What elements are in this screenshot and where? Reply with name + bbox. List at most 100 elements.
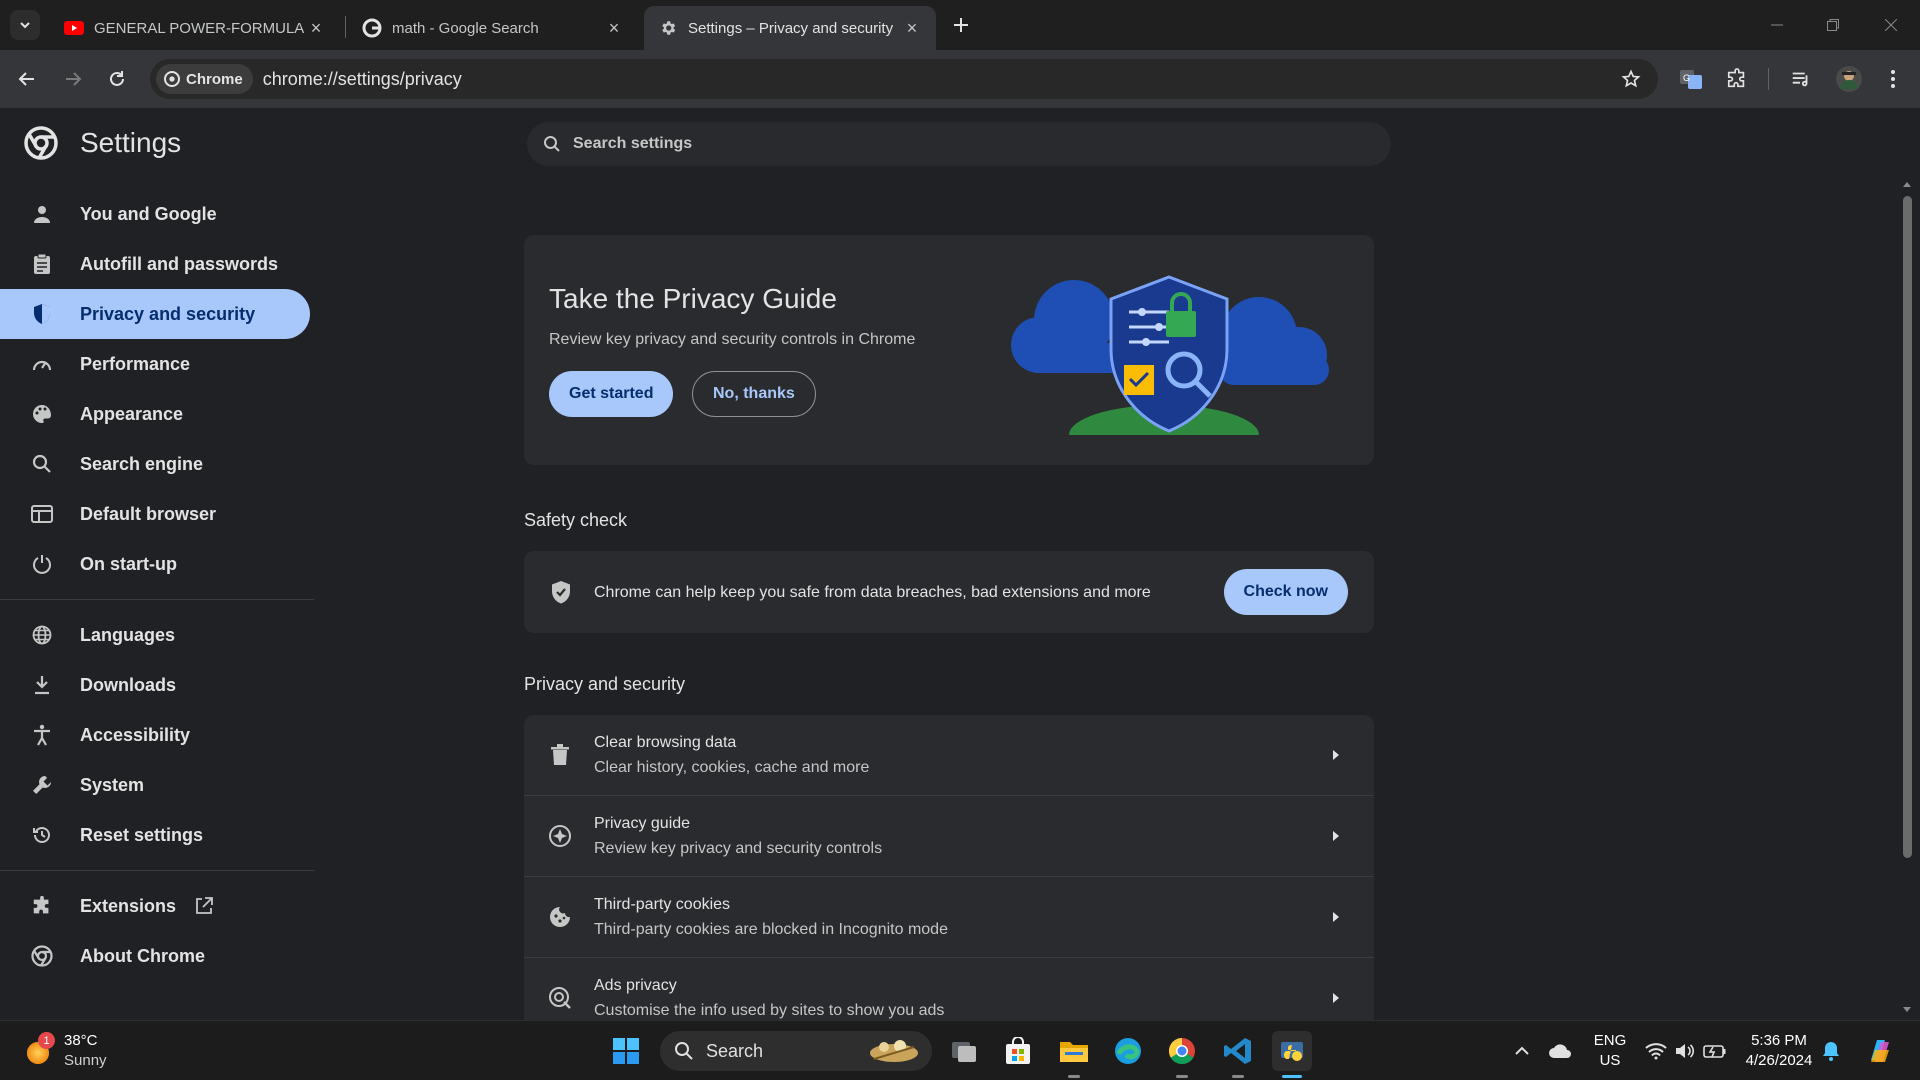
close-icon[interactable]: ×: [902, 18, 922, 38]
sidebar-item-system[interactable]: System: [0, 760, 310, 810]
get-started-button[interactable]: Get started: [549, 371, 674, 417]
caret-right-icon: [1326, 988, 1346, 1008]
row-subtitle: Clear history, cookies, cache and more: [594, 759, 870, 776]
start-button[interactable]: [606, 1031, 646, 1071]
clock-time: 5:36 PM: [1751, 1032, 1807, 1049]
sidebar-item-label: Search engine: [80, 453, 204, 474]
check-now-button[interactable]: Check now: [1223, 569, 1348, 615]
sidebar-item-search-engine[interactable]: Search engine: [0, 439, 310, 489]
extensions-button[interactable]: [1722, 64, 1752, 94]
edge-button[interactable]: [1108, 1031, 1148, 1071]
settings-search[interactable]: [527, 122, 1391, 166]
forward-button[interactable]: [58, 64, 88, 94]
sidebar-item-on-startup[interactable]: On start-up: [0, 539, 310, 589]
weather-condition: Sunny: [64, 1052, 107, 1069]
page-scrollbar[interactable]: [1900, 178, 1914, 1020]
chrome-logo-icon: [24, 126, 58, 160]
search-input[interactable]: [573, 135, 1273, 153]
compass-icon: [546, 822, 574, 850]
sidebar-item-reset-settings[interactable]: Reset settings: [0, 810, 310, 860]
url-text[interactable]: chrome://settings/privacy: [263, 69, 462, 90]
kebab-menu-icon: [1891, 70, 1895, 88]
sidebar-item-languages[interactable]: Languages: [0, 610, 310, 660]
close-window-button[interactable]: [1876, 10, 1906, 40]
taskbar-search[interactable]: Search: [660, 1031, 932, 1071]
new-tab-button[interactable]: [948, 12, 974, 38]
copilot-icon: [1871, 1040, 1889, 1062]
vscode-button[interactable]: [1218, 1031, 1258, 1071]
tab-google-search[interactable]: math - Google Search ×: [348, 6, 638, 50]
list-item-privacy-guide[interactable]: Privacy guide Review key privacy and sec…: [524, 796, 1374, 877]
speedometer-icon: [30, 352, 54, 376]
bookmark-button[interactable]: [1618, 66, 1644, 92]
caret-right-icon: [1326, 907, 1346, 927]
tab-search-button[interactable]: [10, 10, 40, 40]
sidebar-item-downloads[interactable]: Downloads: [0, 660, 310, 710]
row-subtitle: Customise the info used by sites to show…: [594, 1002, 945, 1019]
python-app-button[interactable]: [1272, 1031, 1312, 1071]
vscode-icon: [1224, 1038, 1251, 1064]
sidebar-item-default-browser[interactable]: Default browser: [0, 489, 310, 539]
clock-date: 4/26/2024: [1745, 1052, 1813, 1069]
store-button[interactable]: [998, 1031, 1038, 1071]
profile-button[interactable]: [1834, 64, 1864, 94]
clipboard-icon: [30, 252, 54, 276]
reload-button[interactable]: [102, 64, 132, 94]
sidebar-item-about-chrome[interactable]: About Chrome: [0, 931, 310, 981]
no-thanks-button[interactable]: No, thanks: [692, 371, 816, 417]
quick-settings-button[interactable]: [1636, 1031, 1736, 1071]
sidebar-item-label: Appearance: [80, 403, 184, 424]
sidebar-item-extensions[interactable]: Extensions: [0, 881, 310, 931]
sidebar-item-privacy[interactable]: Privacy and security: [0, 289, 310, 339]
translate-button[interactable]: G: [1676, 64, 1706, 94]
accessibility-icon: [30, 723, 54, 747]
site-info-chip[interactable]: Chrome: [156, 64, 253, 94]
restore-button[interactable]: [1818, 10, 1848, 40]
language-indicator[interactable]: ENG US: [1590, 1031, 1630, 1071]
svg-text:G: G: [1683, 73, 1690, 83]
sidebar-item-autofill[interactable]: Autofill and passwords: [0, 239, 310, 289]
search-icon: [675, 1042, 693, 1060]
globe-icon: [30, 623, 54, 647]
close-icon[interactable]: ×: [306, 18, 326, 38]
avatar: [1836, 66, 1862, 92]
list-item-ads-privacy[interactable]: Ads privacy Customise the info used by s…: [524, 958, 1374, 1020]
notifications-button[interactable]: [1816, 1031, 1846, 1071]
sidebar-item-label: Extensions: [80, 895, 177, 916]
scrollbar-thumb[interactable]: [1903, 196, 1912, 858]
clock[interactable]: 5:36 PM 4/26/2024: [1738, 1031, 1820, 1071]
sidebar-item-appearance[interactable]: Appearance: [0, 389, 310, 439]
reload-icon: [110, 71, 124, 86]
list-item-clear-browsing-data[interactable]: Clear browsing data Clear history, cooki…: [524, 715, 1374, 796]
wrench-icon: [30, 773, 54, 797]
sidebar-item-accessibility[interactable]: Accessibility: [0, 710, 310, 760]
copilot-button[interactable]: [1860, 1031, 1900, 1071]
chrome-taskbar-button[interactable]: [1162, 1031, 1202, 1071]
sun-icon: 1: [24, 1032, 55, 1066]
onedrive-button[interactable]: [1540, 1031, 1580, 1071]
privacy-guide-card: Take the Privacy Guide Review key privac…: [524, 235, 1374, 465]
menu-button[interactable]: [1878, 64, 1908, 94]
shield-check-icon: [550, 580, 572, 604]
tab-youtube[interactable]: GENERAL POWER-FORMULA OF ×: [50, 6, 340, 50]
bell-icon: [1823, 1042, 1839, 1061]
palette-icon: [30, 402, 54, 426]
weather-widget[interactable]: 1 38°C Sunny: [24, 1031, 107, 1071]
sidebar-item-label: Downloads: [80, 674, 177, 695]
list-item-third-party-cookies[interactable]: Third-party cookies Third-party cookies …: [524, 877, 1374, 958]
shield-icon: [30, 302, 54, 326]
file-explorer-button[interactable]: [1054, 1031, 1094, 1071]
row-title: Ads privacy: [594, 977, 677, 994]
back-button[interactable]: [12, 64, 42, 94]
address-bar[interactable]: Chrome chrome://settings/privacy: [150, 59, 1658, 99]
minimize-button[interactable]: [1762, 10, 1792, 40]
tab-settings[interactable]: Settings – Privacy and security ×: [644, 6, 936, 50]
show-hidden-icons-button[interactable]: [1502, 1031, 1542, 1071]
safety-check-heading: Safety check: [524, 510, 628, 530]
sidebar-item-performance[interactable]: Performance: [0, 339, 310, 389]
task-view-button[interactable]: [944, 1031, 984, 1071]
sidebar-item-you-and-google[interactable]: You and Google: [0, 189, 310, 239]
close-icon[interactable]: ×: [604, 18, 624, 38]
running-indicator: [1068, 1075, 1080, 1078]
media-button[interactable]: [1786, 64, 1816, 94]
